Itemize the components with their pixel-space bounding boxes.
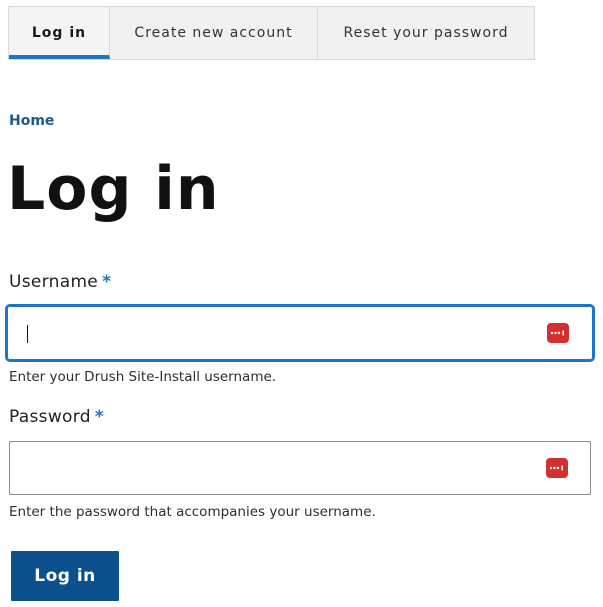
text-caret <box>27 325 28 343</box>
password-label-text: Password <box>9 407 91 427</box>
password-dots-icon <box>550 330 564 336</box>
username-field[interactable] <box>5 304 595 362</box>
username-input[interactable] <box>19 314 533 352</box>
password-dots-icon <box>549 465 563 471</box>
password-field[interactable] <box>9 441 591 495</box>
password-manager-icon[interactable] <box>546 458 568 478</box>
login-page: Log in Create new account Reset your pas… <box>0 0 603 607</box>
tab-reset-password-label: Reset your password <box>343 25 509 41</box>
password-input[interactable] <box>22 450 536 488</box>
required-marker: * <box>102 272 112 292</box>
tab-log-in[interactable]: Log in <box>9 7 110 59</box>
username-label-text: Username <box>9 272 99 292</box>
tab-reset-password[interactable]: Reset your password <box>318 7 534 59</box>
password-manager-icon[interactable] <box>547 323 569 343</box>
username-description: Enter your Drush Site-Install username. <box>9 369 277 385</box>
password-label: Password * <box>9 407 104 427</box>
tab-bar: Log in Create new account Reset your pas… <box>8 6 535 60</box>
password-description: Enter the password that accompanies your… <box>9 504 376 520</box>
tab-create-account-label: Create new account <box>134 25 293 41</box>
log-in-button[interactable]: Log in <box>11 551 119 601</box>
page-title: Log in <box>7 154 220 224</box>
tab-log-in-label: Log in <box>31 25 87 41</box>
username-label: Username * <box>9 272 111 292</box>
breadcrumb-home-link[interactable]: Home <box>9 113 54 129</box>
tab-create-account[interactable]: Create new account <box>110 7 318 59</box>
required-marker: * <box>94 407 105 427</box>
